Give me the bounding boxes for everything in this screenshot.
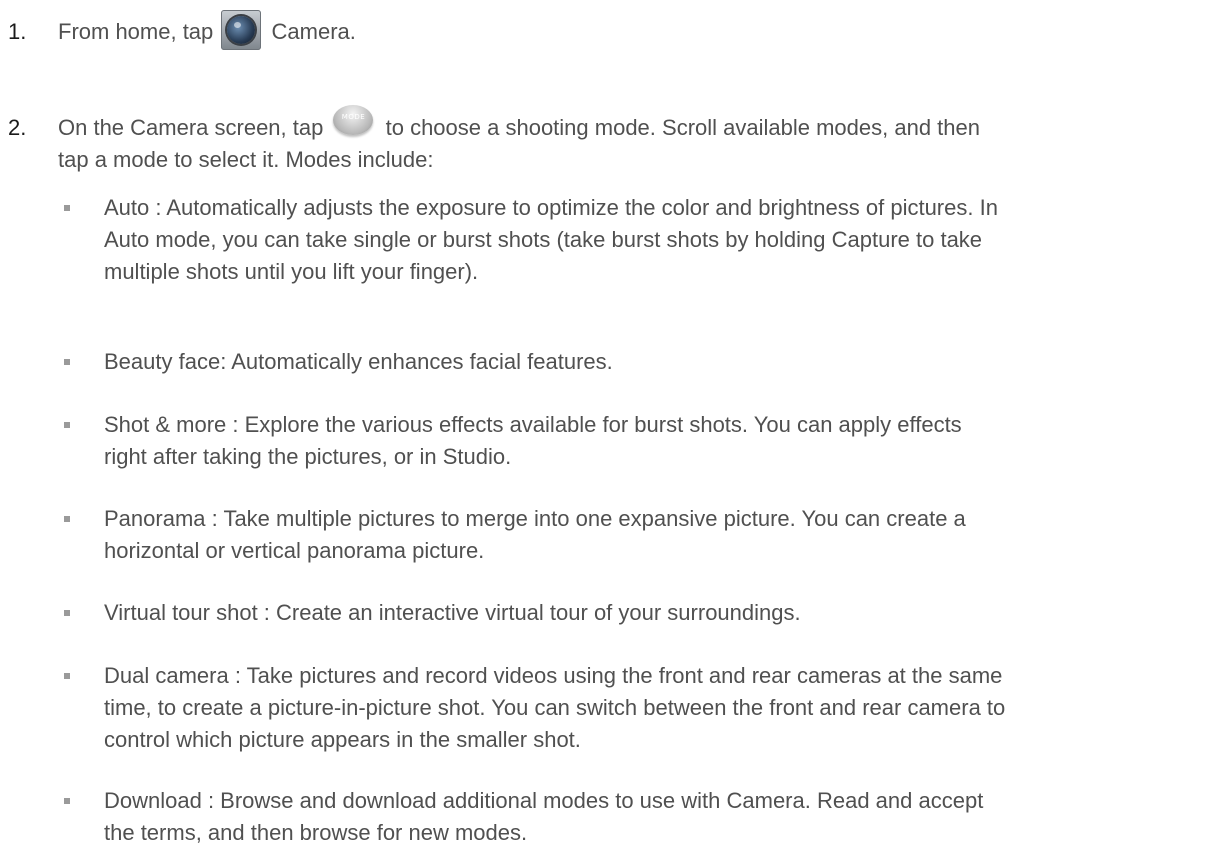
bullet-icon <box>64 359 70 365</box>
bullet-icon <box>64 610 70 616</box>
mode-description: Download : Browse and download additiona… <box>104 785 1184 849</box>
step-text-line: On the Camera screen, tap MODE to choose… <box>58 105 1168 144</box>
mode-button-icon: MODE <box>333 105 374 136</box>
mode-description-line: Auto mode, you can take single or burst … <box>104 227 983 252</box>
mode-description-line: Auto : Automatically adjusts the exposur… <box>104 195 998 220</box>
bullet-icon <box>64 798 70 804</box>
mode-description: Virtual tour shot : Create an interactiv… <box>104 597 1184 629</box>
step-text: On the Camera screen, tap MODE to choose… <box>58 105 1168 176</box>
bullet-icon <box>64 516 70 522</box>
step-text-after-icon: Camera. <box>271 19 356 44</box>
mode-description-line: right after taking the pictures, or in S… <box>104 444 512 469</box>
instructions-page: 1. From home, tap Camera. 2. On the Came… <box>0 0 1210 861</box>
mode-description: Auto : Automatically adjusts the exposur… <box>104 192 1184 288</box>
mode-description-line: Panorama : Take multiple pictures to mer… <box>104 506 966 531</box>
mode-description-line: Shot & more : Explore the various effect… <box>104 412 962 437</box>
step-text-before-icon: From home, tap <box>58 19 214 44</box>
mode-description: Panorama : Take multiple pictures to mer… <box>104 503 1184 567</box>
step-number: 2. <box>8 115 27 140</box>
mode-description-line: Beauty face: Automatically enhances faci… <box>104 349 613 374</box>
bullet-icon <box>64 673 70 679</box>
step-text-before-icon: On the Camera screen, tap <box>58 115 324 140</box>
mode-description-line: Download : Browse and download additiona… <box>104 788 984 813</box>
mode-description: Dual camera : Take pictures and record v… <box>104 660 1184 756</box>
mode-description-line: control which picture appears in the sma… <box>104 727 581 752</box>
mode-description-line: horizontal or vertical panorama picture. <box>104 538 485 563</box>
step-text-line: tap a mode to select it. Modes include: <box>58 147 434 172</box>
mode-icon-label: MODE <box>341 113 366 122</box>
step-2: 2. On the Camera screen, tap MODE to cho… <box>0 90 1190 172</box>
mode-description-line: time, to create a picture-in-picture sho… <box>104 695 1006 720</box>
mode-description-line: multiple shots until you lift your finge… <box>104 259 479 284</box>
mode-description-line: Dual camera : Take pictures and record v… <box>104 663 1003 688</box>
mode-description: Shot & more : Explore the various effect… <box>104 409 1184 473</box>
step-number: 1. <box>8 19 27 44</box>
bullet-icon <box>64 205 70 211</box>
step-text: From home, tap Camera. <box>58 10 1168 51</box>
mode-description-line: the terms, and then browse for new modes… <box>104 820 528 845</box>
mode-description-line: Virtual tour shot : Create an interactiv… <box>104 600 801 625</box>
bullet-icon <box>64 422 70 428</box>
camera-icon <box>221 10 262 51</box>
step-1: 1. From home, tap Camera. <box>0 10 1190 51</box>
step-text-after-icon: to choose a shooting mode. Scroll availa… <box>385 115 980 140</box>
mode-description: Beauty face: Automatically enhances faci… <box>104 346 1184 378</box>
